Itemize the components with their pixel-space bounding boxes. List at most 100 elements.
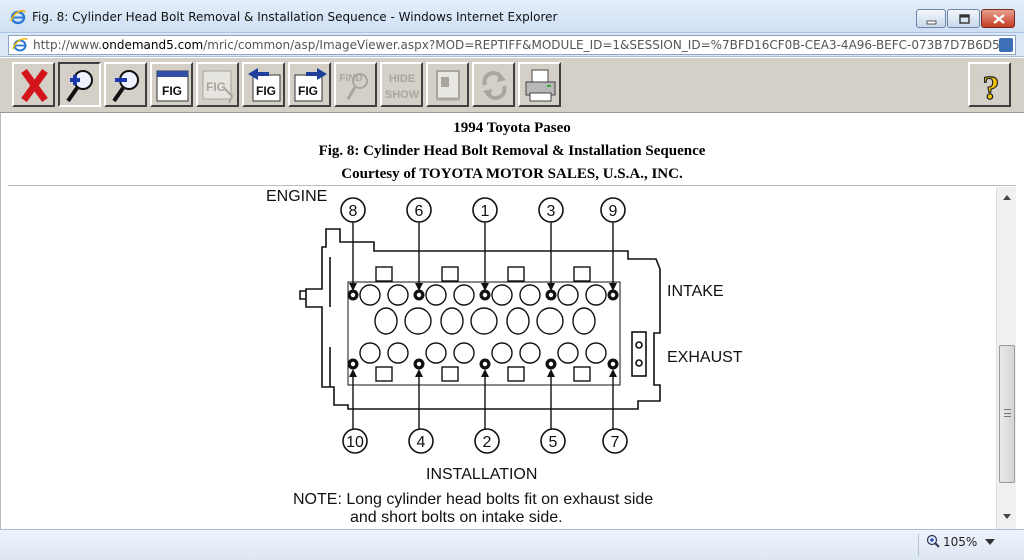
fig-hand-icon: FIG [202, 70, 234, 104]
exhaust-valve-lobe [585, 342, 607, 364]
sequence-number: 9 [609, 203, 618, 220]
exhaust-valve-lobe [387, 342, 409, 364]
figure-button[interactable]: FIG [150, 62, 193, 107]
top-bolt-callout: 6 [406, 197, 432, 301]
figure-header: 1994 Toyota Paseo Fig. 8: Cylinder Head … [8, 114, 1016, 186]
minimize-button[interactable] [916, 9, 946, 28]
zoom-level[interactable]: 105% [943, 535, 977, 549]
print-button[interactable] [518, 62, 561, 107]
zoom-in-button[interactable] [58, 62, 101, 107]
exhaust-valve-lobe [519, 342, 541, 364]
hide-show-button[interactable]: HIDE SHOW [380, 62, 423, 107]
exhaust-valve-lobe [425, 342, 447, 364]
status-bar: 105% [0, 529, 1024, 560]
bolt-head [610, 361, 616, 367]
camshaft-journal [536, 307, 564, 335]
intake-label: INTAKE [667, 283, 724, 300]
intake-valve-lobe [557, 284, 579, 306]
notes-button[interactable] [426, 62, 469, 107]
scroll-thumb[interactable] [999, 345, 1015, 483]
arrowhead [415, 369, 423, 377]
bottom-bolt-callout: 5 [540, 358, 566, 454]
exhaust-valve-lobe [557, 342, 579, 364]
image-viewport[interactable]: ENGINE INTAKE EXHAUST INSTALLATION NOTE:… [8, 187, 996, 529]
hide-show-icon: HIDE SHOW [385, 73, 420, 101]
title-bar: Fig. 8: Cylinder Head Bolt Removal & Ins… [0, 0, 1024, 33]
sequence-number: 5 [549, 434, 558, 451]
bolt-head [610, 292, 616, 298]
help-icon: ? [982, 69, 1000, 106]
printer-icon [525, 69, 556, 102]
arrowhead [547, 369, 555, 377]
bottom-bolt-callout: 7 [602, 358, 628, 454]
zoom-dropdown-icon[interactable] [985, 539, 995, 545]
top-bolt-callout: 3 [538, 197, 564, 301]
journal-cap [506, 307, 530, 335]
vertical-scrollbar[interactable] [996, 187, 1016, 529]
refresh-icon [482, 71, 507, 100]
grip-icon [1004, 409, 1011, 417]
svg-text:?: ? [983, 70, 1000, 106]
scroll-up-arrow-icon[interactable] [999, 189, 1015, 205]
close-viewer-button[interactable] [12, 62, 55, 107]
svg-text:HIDE: HIDE [389, 73, 415, 85]
sequence-number: 6 [415, 203, 424, 220]
intake-valve-lobe [453, 284, 475, 306]
red-x-icon [21, 68, 48, 103]
sequence-number: 3 [547, 203, 556, 220]
journal-cap [572, 307, 596, 335]
bolt-head [482, 361, 488, 367]
svg-text:FIG: FIG [162, 84, 182, 98]
exhaust-valve-lobe [359, 342, 381, 364]
cylinder-head-diagram: ENGINE INTAKE EXHAUST INSTALLATION NOTE:… [266, 188, 743, 526]
content-left-edge [0, 113, 8, 529]
address-bar: http://www.ondemand5.com/mric/common/asp… [0, 33, 1024, 57]
engine-label: ENGINE [266, 188, 327, 205]
close-window-button[interactable] [981, 9, 1015, 28]
sequence-number: 2 [483, 434, 492, 451]
intake-valve-lobe [359, 284, 381, 306]
previous-figure-button[interactable]: FIG [242, 62, 285, 107]
exhaust-rocker [441, 366, 459, 382]
magnifier-minus-icon [112, 70, 139, 103]
intake-rocker [507, 266, 525, 282]
refresh-button[interactable] [472, 62, 515, 107]
ie-page-icon [12, 38, 28, 52]
sequence-number: 4 [417, 434, 426, 451]
zoom-magnifier-icon[interactable] [926, 534, 940, 548]
compatibility-view-icon[interactable] [999, 38, 1013, 52]
camshaft-journal [404, 307, 432, 335]
bolt-head [482, 292, 488, 298]
camshaft-journal [470, 307, 498, 335]
arrowhead [481, 369, 489, 377]
next-figure-button[interactable]: FIG [288, 62, 331, 107]
sequence-number: 1 [481, 203, 490, 220]
svg-text:FIG: FIG [206, 80, 226, 94]
top-bolt-callout: 1 [472, 197, 498, 301]
vehicle-title: 1994 Toyota Paseo [453, 120, 571, 136]
scroll-down-arrow-icon[interactable] [999, 509, 1015, 525]
exhaust-rocker [573, 366, 591, 382]
zoom-out-button[interactable] [104, 62, 147, 107]
maximize-button[interactable] [947, 9, 980, 28]
sequence-number: 7 [611, 434, 620, 451]
magnifier-plus-icon [66, 70, 93, 103]
url-field[interactable]: http://www.ondemand5.com/mric/common/asp… [8, 35, 1016, 55]
courtesy-line: Courtesy of TOYOTA MOTOR SALES, U.S.A., … [341, 166, 683, 182]
help-button[interactable]: ? [968, 62, 1011, 107]
intake-valve-lobe [585, 284, 607, 306]
find-button[interactable]: FIND [334, 62, 377, 107]
arrowhead [609, 369, 617, 377]
exhaust-rocker [375, 366, 393, 382]
close-icon [993, 14, 1005, 24]
sequence-number: 10 [346, 434, 364, 451]
top-bolt-callout: 8 [340, 197, 366, 301]
svg-text:FIG: FIG [256, 84, 276, 98]
bottom-bolt-callout: 4 [408, 358, 434, 454]
bolt-head [416, 361, 422, 367]
window-title: Fig. 8: Cylinder Head Bolt Removal & Ins… [32, 10, 558, 24]
figure-title: Fig. 8: Cylinder Head Bolt Removal & Ins… [318, 143, 706, 159]
journal-cap [440, 307, 464, 335]
figure-hand-button[interactable]: FIG [196, 62, 239, 107]
intake-valve-lobe [491, 284, 513, 306]
